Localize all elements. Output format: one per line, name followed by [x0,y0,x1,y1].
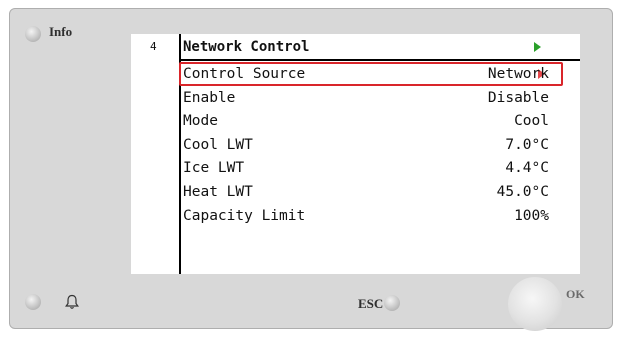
row-value: Cool [514,113,549,130]
bell-icon[interactable] [65,294,79,310]
page-number: 4 [150,40,157,53]
row-label: Control Source [183,66,306,82]
info-label: Info [49,24,73,39]
row-value: 4.4°C [505,160,549,177]
list-item-ice-lwt[interactable]: Ice LWT 4.4°C [183,157,563,181]
row-label: Cool LWT [183,136,253,153]
ok-knob[interactable] [508,277,562,331]
row-value: Disable [487,89,549,106]
row-label: Capacity Limit [183,207,306,224]
row-label: Enable [183,89,236,106]
alarm-led-icon [25,294,41,310]
esc-label: ESC [358,296,384,311]
list-item-enable[interactable]: Enable Disable [183,87,563,111]
row-label: Mode [183,113,218,130]
controller-panel: Info 4 Network Control Control Source Ne… [9,8,613,331]
list-item-capacity-limit[interactable]: Capacity Limit 100% [183,205,563,229]
lcd-screen: 4 Network Control Control Source Network… [131,34,580,274]
row-value: 45.0°C [496,183,549,200]
list-item-cool-lwt[interactable]: Cool LWT 7.0°C [183,134,563,158]
row-value: 100% [514,207,549,224]
row-label: Heat LWT [183,183,253,200]
ok-label: OK [566,287,585,301]
info-led-icon [25,26,41,42]
parameter-list: Control Source Network Enable Disable Mo… [183,63,563,228]
next-page-arrow-icon[interactable] [534,42,541,52]
row-value: 7.0°C [505,136,549,153]
list-item-control-source[interactable]: Control Source Network [183,63,563,87]
page-title: Network Control [183,39,310,55]
row-value: Network [487,66,549,82]
row-label: Ice LWT [183,160,245,177]
esc-button[interactable] [384,295,400,311]
list-item-mode[interactable]: Mode Cool [183,110,563,134]
title-underline [179,59,580,61]
list-item-heat-lwt[interactable]: Heat LWT 45.0°C [183,181,563,205]
